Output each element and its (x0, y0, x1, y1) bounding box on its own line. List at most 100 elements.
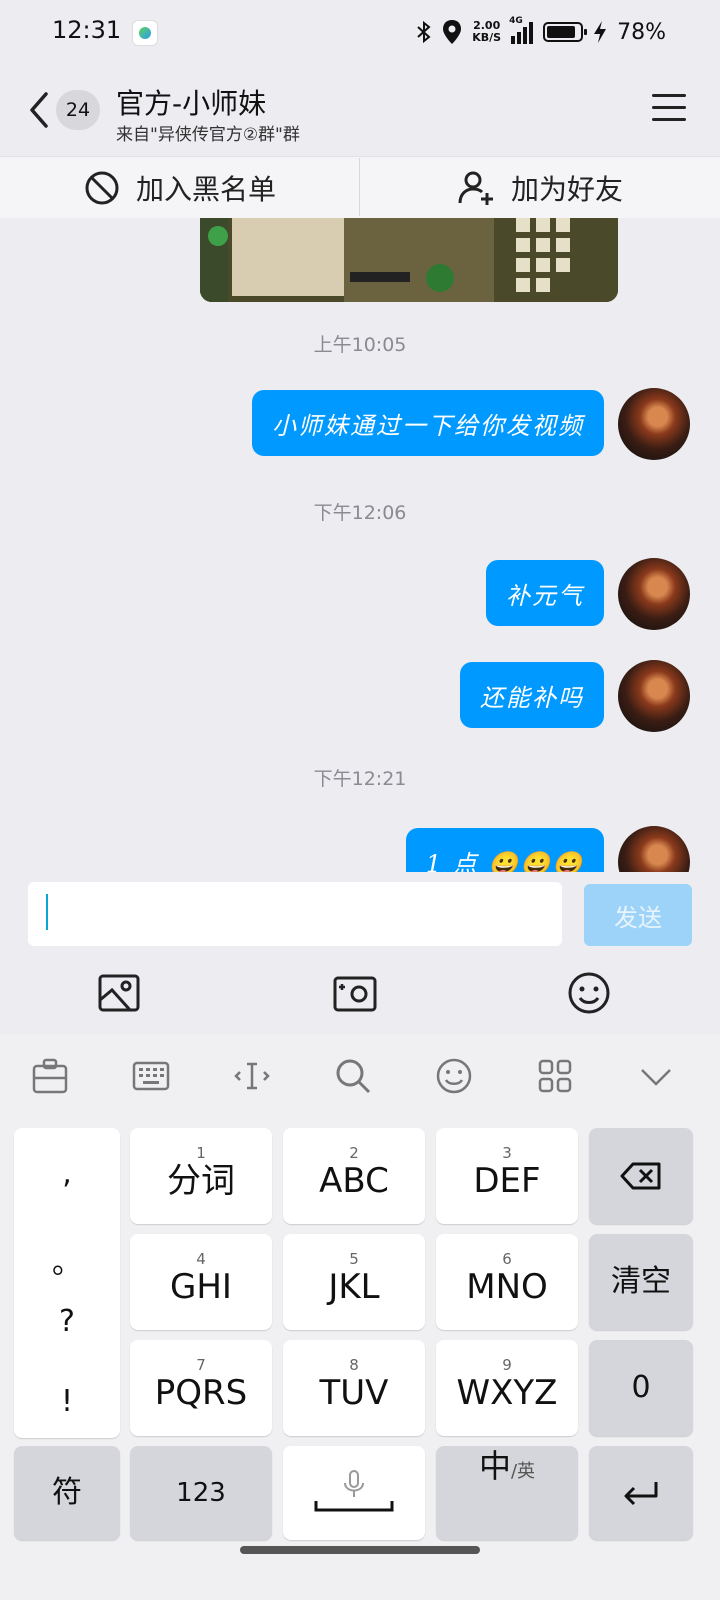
text-caret (46, 894, 48, 930)
status-bar: 12:31 2.00 KB/S 4G 78% (0, 0, 720, 64)
message-timestamp: 下午12:06 (313, 502, 407, 524)
emoji-keyboard-icon[interactable] (434, 1056, 474, 1096)
avatar[interactable] (618, 660, 690, 732)
message-row: 还能补吗 (460, 660, 690, 732)
unread-count-badge[interactable]: 24 (56, 90, 100, 130)
key-3[interactable]: 3 DEF (436, 1128, 578, 1224)
key-number: 2 (349, 1144, 359, 1162)
space-bar-icon (314, 1501, 394, 1512)
backspace-icon (620, 1162, 661, 1190)
key-6[interactable]: 6 MNO (436, 1234, 578, 1330)
hamburger-menu-icon[interactable] (652, 94, 686, 124)
add-friend-button[interactable]: 加为好友 (360, 157, 720, 218)
punct-comma-key[interactable]: , (14, 1156, 120, 1191)
net-speed: 2.00 KB/S (472, 20, 501, 44)
home-indicator[interactable] (240, 1546, 480, 1554)
location-icon (443, 20, 462, 44)
key-9[interactable]: 9 WXYZ (436, 1340, 578, 1436)
enter-key[interactable] (589, 1446, 693, 1540)
chat-header: 24 官方-小师妹 来自"异侠传官方②群"群 (0, 64, 720, 156)
key-label: WXYZ (456, 1373, 558, 1413)
key-8[interactable]: 8 TUV (283, 1340, 425, 1436)
key-7[interactable]: 7 PQRS (130, 1340, 272, 1436)
add-to-blacklist-button[interactable]: 加入黑名单 (0, 157, 360, 218)
key-label: PQRS (154, 1373, 248, 1413)
message-row: 小师妹通过一下给你发视频 (252, 388, 690, 460)
message-timestamp: 下午12:21 (313, 768, 407, 790)
numeric-key-label: 123 (176, 1478, 226, 1508)
enter-icon (624, 1482, 658, 1506)
key-2[interactable]: 2 ABC (283, 1128, 425, 1224)
charging-icon (594, 21, 607, 43)
avatar[interactable] (618, 558, 690, 630)
key-number: 9 (502, 1356, 512, 1374)
key-number: 1 (196, 1144, 206, 1162)
battery-icon (543, 22, 588, 42)
punct-period-key[interactable]: 。 (14, 1238, 120, 1282)
ime-keyboard: , 。 ? ! 1 分词 2 ABC 3 DEF 4 GHI 5 JKL 6 MNO 清空 … (0, 1034, 720, 1600)
clipboard-icon[interactable] (30, 1056, 70, 1096)
key-number: 6 (502, 1250, 512, 1268)
language-main-label: 中 (478, 1447, 511, 1485)
key-label: TUV (319, 1373, 389, 1413)
send-button[interactable]: 发送 (584, 884, 692, 946)
message-list[interactable]: 上午10:05 小师妹通过一下给你发视频 下午12:06 补元气 还能补吗 下午… (0, 218, 720, 872)
zero-key[interactable]: 0 (589, 1340, 693, 1436)
key-label: JKL (328, 1267, 380, 1307)
apps-grid-icon[interactable] (535, 1056, 575, 1096)
signal-icon: 4G (509, 16, 534, 44)
key-label: 分词 (167, 1161, 235, 1201)
message-input-bar: 发送 (0, 872, 720, 952)
block-icon (85, 171, 119, 204)
status-icons: 2.00 KB/S 4G 78% (416, 14, 666, 50)
key-label: MNO (466, 1267, 548, 1307)
punctuation-column[interactable]: , 。 ? ! (14, 1128, 120, 1438)
net-speed-unit: KB/S (472, 31, 502, 44)
space-key[interactable] (283, 1446, 425, 1540)
chat-title: 官方-小师妹 (116, 87, 267, 120)
message-timestamp: 上午10:05 (313, 334, 407, 356)
chat-subtitle: 来自"异侠传官方②群"群 (116, 125, 300, 145)
key-number: 3 (502, 1144, 512, 1162)
key-label: ABC (319, 1161, 389, 1201)
language-switch-key[interactable]: 中 /英 (436, 1446, 578, 1540)
message-bubble[interactable]: 小师妹通过一下给你发视频 (252, 390, 604, 456)
chat-tools-row (0, 952, 720, 1034)
search-icon[interactable] (333, 1056, 373, 1096)
message-bubble[interactable]: 补元气 (486, 560, 604, 626)
numeric-key[interactable]: 123 (130, 1446, 272, 1540)
game-screenshot-image[interactable] (200, 218, 618, 302)
clear-key[interactable]: 清空 (589, 1234, 693, 1330)
message-bubble[interactable]: 1 点 😀😀😀 (405, 828, 604, 872)
key-1[interactable]: 1 分词 (130, 1128, 272, 1224)
photo-icon[interactable] (96, 970, 142, 1016)
clear-key-label: 清空 (611, 1264, 671, 1299)
app-notification-icon (132, 20, 158, 46)
key-number: 7 (196, 1356, 206, 1374)
key-5[interactable]: 5 JKL (283, 1234, 425, 1330)
add-user-icon (458, 171, 493, 205)
avatar[interactable] (618, 826, 690, 872)
message-bubble[interactable]: 还能补吗 (460, 662, 604, 728)
key-4[interactable]: 4 GHI (130, 1234, 272, 1330)
camera-icon[interactable] (332, 970, 378, 1016)
zero-key-label: 0 (631, 1370, 651, 1405)
status-time: 12:31 (52, 16, 122, 44)
bluetooth-icon (417, 20, 431, 44)
punct-question-key[interactable]: ? (14, 1304, 120, 1339)
language-sub-label: /英 (510, 1461, 536, 1482)
symbol-key-label: 符 (52, 1475, 82, 1510)
emoji-icon[interactable] (566, 970, 612, 1016)
backspace-key[interactable] (589, 1128, 693, 1224)
keyboard-icon[interactable] (131, 1056, 171, 1096)
cursor-move-icon[interactable] (232, 1056, 272, 1096)
action-divider (359, 158, 360, 216)
message-input[interactable] (28, 882, 562, 946)
add-friend-label: 加为好友 (510, 172, 623, 206)
punct-exclaim-key[interactable]: ! (14, 1384, 120, 1419)
avatar[interactable] (618, 388, 690, 460)
collapse-keyboard-icon[interactable] (636, 1056, 676, 1096)
battery-percent: 78% (617, 19, 666, 45)
symbol-key[interactable]: 符 (14, 1446, 120, 1540)
message-row: 1 点 😀😀😀 (405, 826, 690, 872)
